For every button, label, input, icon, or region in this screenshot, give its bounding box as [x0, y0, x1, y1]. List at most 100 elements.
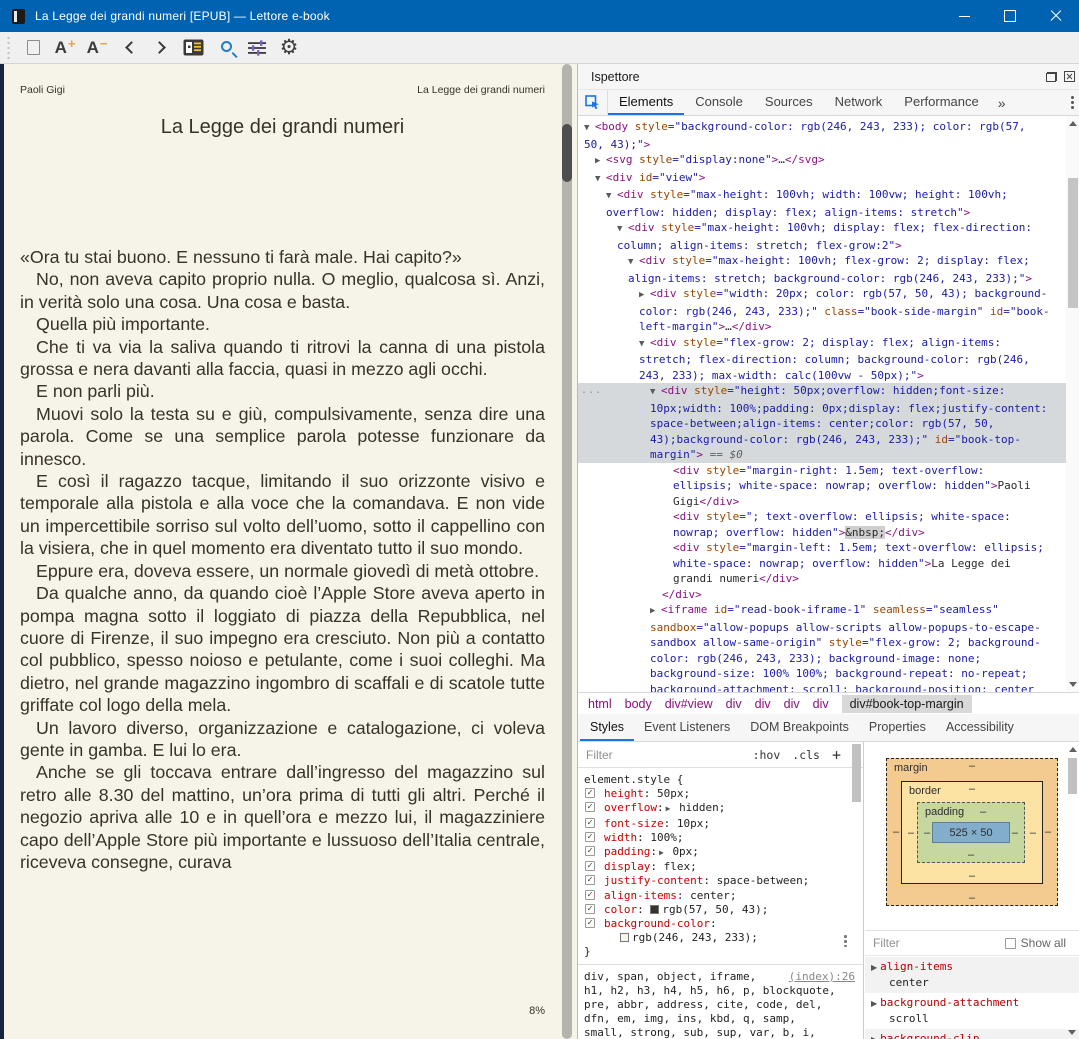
expand-arrow-icon[interactable]: ▼ — [617, 222, 628, 238]
minimize-button[interactable] — [941, 0, 987, 32]
computed-property[interactable]: ▶ background-attachment scroll — [865, 993, 1079, 1029]
expand-arrow-icon[interactable]: ▼ — [628, 255, 639, 271]
tree-row[interactable]: ▼ <div style="max-height: 100vh; display:… — [578, 220, 1066, 253]
css-declaration[interactable]: ✓ align-items: center; — [584, 889, 863, 903]
declaration-checkbox[interactable]: ✓ — [585, 918, 595, 929]
previous-page-button[interactable] — [114, 34, 144, 62]
css-declaration[interactable]: ✓ font-size: 10px; — [584, 817, 863, 831]
tree-row[interactable]: ▼ <div style="max-height: 100vh; width: 1… — [578, 187, 1066, 220]
toolbar-grip-handle[interactable] — [6, 35, 11, 60]
dt-tab-elements[interactable]: Elements — [608, 90, 685, 115]
tree-row[interactable]: ▶ <div style="width: 20px; color: rgb(57,… — [578, 286, 1066, 335]
breadcrumb-item[interactable]: div — [755, 697, 771, 711]
sub-tab-styles[interactable]: Styles — [580, 714, 635, 741]
expand-arrow-icon[interactable]: ▼ — [584, 121, 595, 137]
stylesheet-source-link[interactable]: (index):26 — [789, 970, 855, 984]
tree-row[interactable]: ▶ <iframe id="read-book-iframe-1" seamles… — [578, 602, 1066, 692]
box-model-margin[interactable]: margin – – – – border – – – – padding – … — [886, 758, 1058, 906]
scroll-up-icon[interactable] — [1069, 121, 1077, 126]
declaration-checkbox[interactable]: ✓ — [585, 875, 595, 886]
declaration-checkbox[interactable]: ✓ — [585, 831, 595, 842]
color-swatch[interactable] — [620, 933, 629, 943]
book-scrollbar-track[interactable] — [562, 64, 572, 1039]
tree-row[interactable]: ▼ <div id="view"> — [578, 170, 1066, 188]
rule-selector[interactable]: div, span, object, iframe, — [584, 970, 756, 984]
inspect-element-button[interactable] — [578, 90, 608, 115]
show-all-checkbox[interactable] — [1004, 937, 1016, 949]
collapse-arrow-icon[interactable]: ▶ — [639, 288, 650, 304]
box-model-padding[interactable]: padding – – – – 525 × 50 — [917, 802, 1025, 863]
tree-row[interactable]: ▼ <div style="flex-grow: 2; display: flex… — [578, 335, 1066, 384]
css-declaration[interactable]: ✓ overflow: ▶ hidden; — [584, 801, 863, 816]
collapse-arrow-icon[interactable]: ▶ — [595, 154, 606, 170]
sub-tab-event-listeners[interactable]: Event Listeners — [634, 714, 740, 741]
sub-tab-accessibility[interactable]: Accessibility — [936, 714, 1024, 741]
breadcrumb-item[interactable]: div#view — [665, 697, 713, 711]
devtools-close-icon[interactable] — [1064, 71, 1075, 82]
expand-arrow-icon[interactable]: ▼ — [595, 172, 606, 188]
dt-tab-performance[interactable]: Performance — [893, 90, 989, 115]
font-increase-button[interactable]: A + — [50, 34, 80, 62]
declaration-checkbox[interactable]: ✓ — [585, 788, 595, 799]
box-model-content[interactable]: 525 × 50 — [932, 822, 1010, 843]
dt-tab-network[interactable]: Network — [824, 90, 894, 115]
css-declaration[interactable]: ✓ width: 100%; — [584, 831, 863, 845]
new-style-rule-button[interactable]: + — [832, 746, 841, 764]
tree-row[interactable]: ▼ <div style="max-height: 100vh; flex-gro… — [578, 253, 1066, 286]
breadcrumb-item[interactable]: div — [784, 697, 800, 711]
styles-scrollbar-thumb[interactable] — [852, 744, 861, 802]
rule-menu-icon[interactable] — [844, 935, 847, 948]
styles-filter-input[interactable] — [586, 747, 696, 762]
copy-button[interactable] — [18, 34, 48, 62]
sub-tab-properties[interactable]: Properties — [859, 714, 936, 741]
breadcrumb-item[interactable]: div#book-top-margin — [841, 694, 972, 713]
maximize-button[interactable] — [987, 0, 1033, 32]
settings-sliders-button[interactable] — [242, 34, 272, 62]
declaration-checkbox[interactable]: ✓ — [585, 903, 595, 914]
boxmodel-scrollbar-thumb[interactable] — [1068, 758, 1077, 794]
scroll-down-icon[interactable] — [1068, 1030, 1076, 1035]
book-scrollbar-thumb[interactable] — [562, 124, 572, 182]
breadcrumb-item[interactable]: body — [625, 697, 652, 711]
breadcrumb-item[interactable]: div — [813, 697, 829, 711]
elements-scrollbar-thumb[interactable] — [1068, 178, 1078, 308]
tree-row[interactable]: <div style="margin-right: 1.5em; text-ov… — [578, 463, 1066, 510]
rule-selector[interactable]: element.style { — [584, 773, 863, 787]
css-declaration[interactable]: ✓ justify-content: space-between; — [584, 874, 863, 888]
breadcrumb-item[interactable]: div — [726, 697, 742, 711]
expand-arrow-icon[interactable]: ▼ — [650, 385, 661, 401]
tree-row[interactable]: <div style="margin-left: 1.5em; text-ove… — [578, 540, 1066, 587]
css-declaration[interactable]: ✓ height: 50px; — [584, 787, 863, 801]
declaration-checkbox[interactable]: ✓ — [585, 889, 595, 900]
tree-row[interactable]: ▶ <svg style="display:none">…</svg> — [578, 152, 1066, 170]
dt-tab-console[interactable]: Console — [684, 90, 754, 115]
color-swatch[interactable] — [650, 904, 660, 914]
declaration-checkbox[interactable]: ✓ — [585, 817, 595, 828]
tree-row-selected[interactable]: ... ▼ <div style="height: 50px;overflow: h… — [578, 383, 1066, 463]
next-page-button[interactable] — [146, 34, 176, 62]
css-declaration[interactable]: ✓ background-color: rgb(246, 243, 233); — [584, 917, 863, 945]
breadcrumb-item[interactable]: html — [588, 697, 612, 711]
reader-view-button[interactable] — [178, 34, 208, 62]
css-declaration[interactable]: ✓ padding: ▶ 0px; — [584, 845, 863, 860]
css-declaration[interactable]: ✓ color: rgb(57, 50, 43); — [584, 903, 863, 917]
declaration-checkbox[interactable]: ✓ — [585, 861, 595, 872]
preferences-button[interactable]: ⚙ — [274, 34, 304, 62]
declaration-checkbox[interactable]: ✓ — [585, 802, 595, 813]
expand-arrow-icon[interactable]: ▼ — [606, 189, 617, 205]
tree-row[interactable]: ▼ <body style="background-color: rgb(246,… — [578, 119, 1066, 152]
computed-property[interactable]: ▶ align-items center — [865, 957, 1079, 993]
tree-row[interactable]: </div> — [578, 587, 1066, 603]
toggle-pseudo-state-button[interactable]: :hov — [753, 748, 781, 762]
dt-tab-sources[interactable]: Sources — [754, 90, 824, 115]
close-button[interactable] — [1033, 0, 1079, 32]
declaration-checkbox[interactable]: ✓ — [585, 846, 595, 857]
scroll-down-icon[interactable] — [1069, 682, 1077, 687]
toggle-class-button[interactable]: .cls — [792, 748, 820, 762]
collapse-arrow-icon[interactable]: ▶ — [650, 604, 661, 620]
expand-arrow-icon[interactable]: ▼ — [639, 337, 650, 353]
devtools-menu-button[interactable] — [1071, 90, 1074, 115]
search-button[interactable] — [210, 34, 240, 62]
tree-row[interactable]: <div style="; text-overflow: ellipsis; w… — [578, 509, 1066, 540]
font-decrease-button[interactable]: A − — [82, 34, 112, 62]
